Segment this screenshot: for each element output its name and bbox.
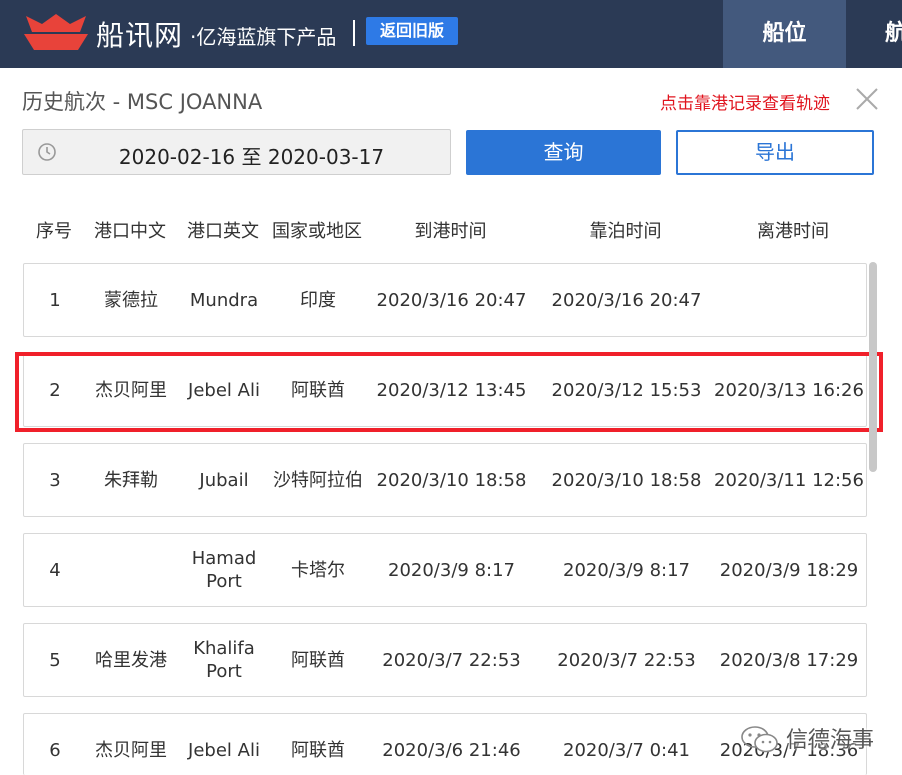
cell-port-en: Jebel Ali	[188, 739, 260, 761]
table-row[interactable]: 3 朱拜勒 Jubail 沙特阿拉伯 2020/3/10 18:58 2020/…	[23, 443, 867, 517]
cell-port-cn: 杰贝阿里	[95, 739, 167, 761]
cell-port-en: Jubail	[199, 469, 249, 491]
table-scrollbar[interactable]	[869, 262, 877, 472]
cell-no: 1	[49, 289, 61, 311]
old-version-button[interactable]: 返回旧版	[366, 17, 458, 45]
column-header-no: 序号	[36, 221, 72, 242]
cell-port-en: Khalifa Port	[193, 638, 255, 682]
brand-divider	[353, 20, 355, 46]
cell-berthing: 2020/3/7 22:53	[557, 649, 696, 671]
cell-arrival: 2020/3/9 8:17	[388, 559, 515, 581]
cell-country: 阿联酋	[291, 739, 345, 761]
brand-name[interactable]: 船讯网	[96, 14, 183, 54]
cell-port-cn	[86, 534, 176, 606]
nav-tab-position[interactable]: 船位	[723, 0, 846, 68]
cell-arrival: 2020/3/6 21:46	[382, 739, 521, 761]
table-row[interactable]: 5 哈里发港 Khalifa Port 阿联酋 2020/3/7 22:53 2…	[23, 623, 867, 697]
cell-arrival: 2020/3/10 18:58	[376, 469, 527, 491]
column-header-country: 国家或地区	[272, 221, 362, 242]
table-row[interactable]: 4 Hamad Port 卡塔尔 2020/3/9 8:17 2020/3/9 …	[23, 533, 867, 607]
cell-port-cn: 朱拜勒	[104, 469, 158, 491]
cell-no: 6	[49, 739, 61, 761]
top-navigation-bar: 船讯网 ·亿海蓝旗下产品 返回旧版 船位 航	[0, 0, 902, 68]
nav-tab-next[interactable]: 航	[885, 0, 902, 68]
wechat-icon	[741, 726, 778, 753]
cell-departure: 2020/3/9 18:29	[719, 559, 859, 581]
query-button[interactable]: 查询	[466, 130, 661, 175]
column-header-berthing: 靠泊时间	[589, 221, 662, 242]
cell-berthing: 2020/3/9 8:17	[563, 559, 690, 581]
cell-port-en: Hamad Port	[191, 548, 257, 592]
export-button[interactable]: 导出	[676, 130, 874, 175]
cell-berthing: 2020/3/10 18:58	[551, 469, 702, 491]
cell-departure: 2020/3/11 12:56	[714, 469, 864, 491]
cell-country: 卡塔尔	[291, 559, 345, 581]
cell-country: 阿联酋	[291, 649, 345, 671]
highlight-annotation-box	[15, 352, 883, 432]
cell-berthing: 2020/3/7 0:41	[563, 739, 690, 761]
ship-logo-icon	[24, 14, 88, 50]
cell-port-en: Mundra	[189, 289, 259, 311]
close-icon[interactable]	[854, 86, 880, 112]
brand-subtitle: ·亿海蓝旗下产品	[190, 25, 337, 49]
cell-no: 4	[49, 559, 61, 581]
column-header-departure: 离港时间	[757, 221, 829, 242]
column-header-port-en: 港口英文	[187, 221, 259, 242]
cell-arrival: 2020/3/16 20:47	[376, 289, 527, 311]
cell-country: 沙特阿拉伯	[273, 469, 363, 491]
cell-arrival: 2020/3/7 22:53	[382, 649, 521, 671]
cell-departure	[714, 264, 864, 336]
track-hint-text: 点击靠港记录查看轨迹	[660, 94, 830, 114]
column-header-port-cn: 港口中文	[94, 221, 166, 242]
history-voyage-title: 历史航次 - MSC JOANNA	[22, 90, 263, 114]
cell-berthing: 2020/3/16 20:47	[551, 289, 702, 311]
column-header-arrival: 到港时间	[414, 221, 487, 242]
cell-departure: 2020/3/8 17:29	[719, 649, 859, 671]
cell-no: 5	[49, 649, 61, 671]
cell-no: 3	[49, 469, 61, 491]
cell-port-cn: 哈里发港	[95, 649, 167, 671]
cell-port-cn: 蒙德拉	[104, 289, 158, 311]
table-row[interactable]: 1 蒙德拉 Mundra 印度 2020/3/16 20:47 2020/3/1…	[23, 263, 867, 337]
date-range-picker[interactable]: 2020-02-16 至 2020-03-17	[22, 129, 451, 175]
date-range-value: 2020-02-16 至 2020-03-17	[118, 145, 385, 169]
watermark-text: 信德海事	[786, 728, 875, 753]
cell-country: 印度	[300, 289, 336, 311]
